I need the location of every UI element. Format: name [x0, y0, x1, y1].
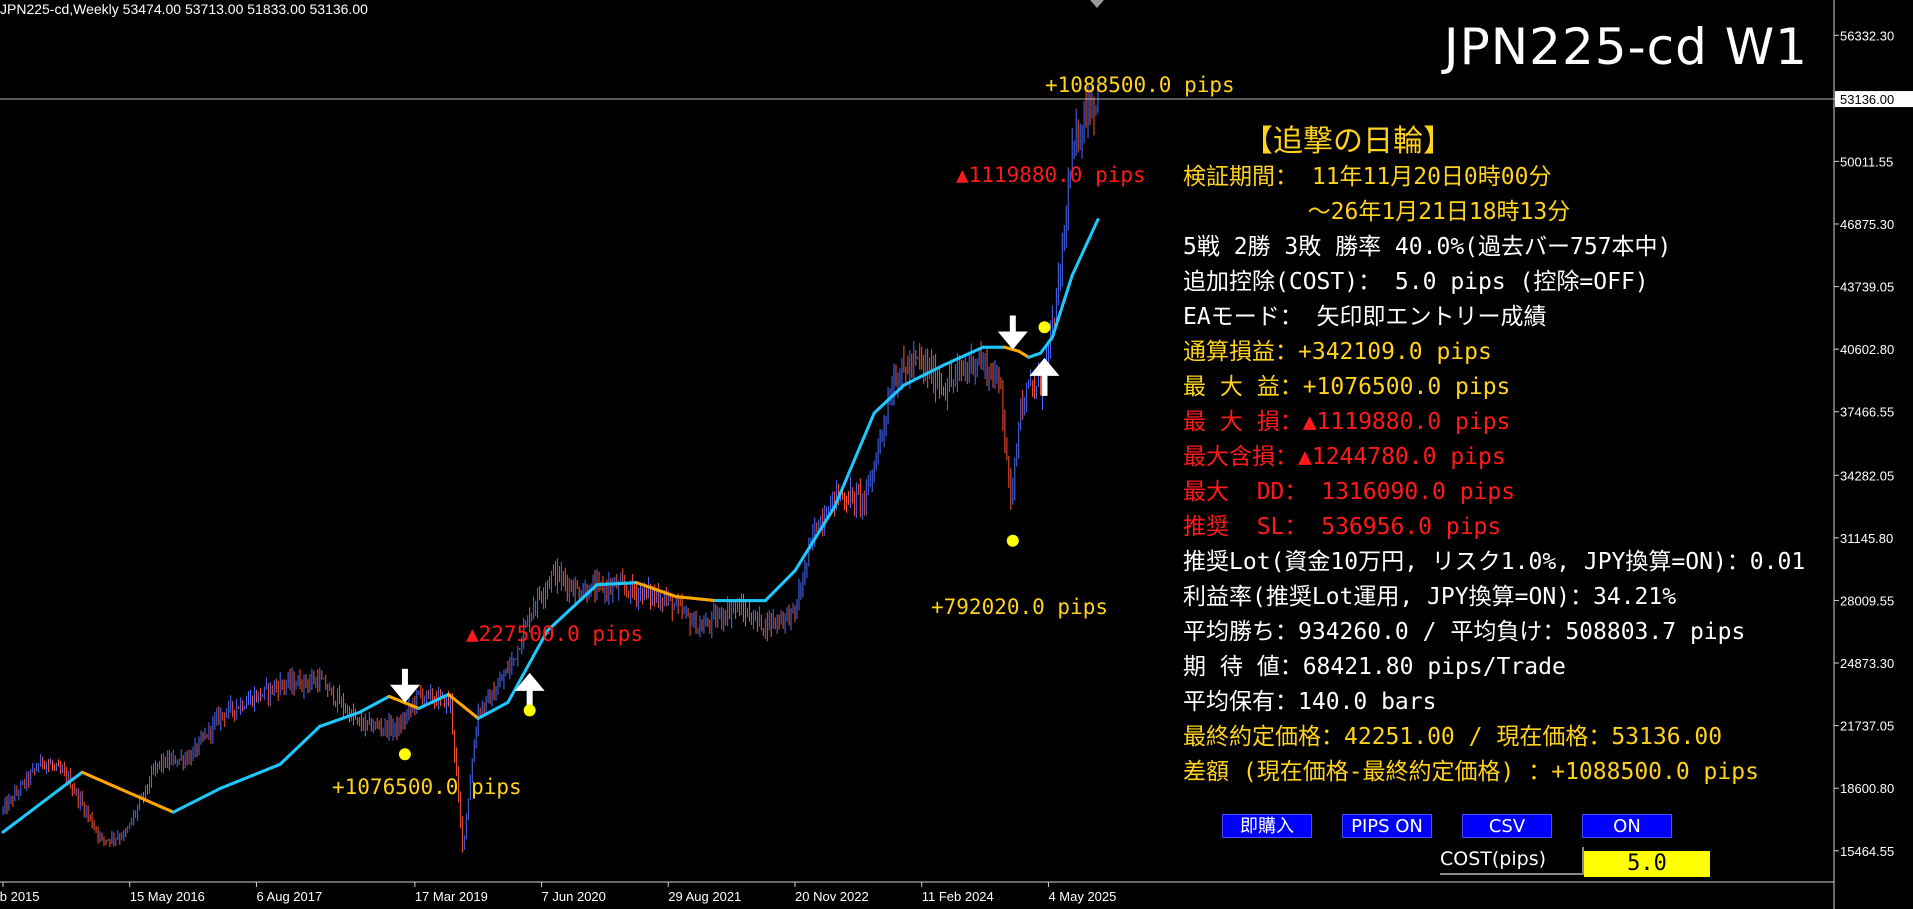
- annotations-layer: +1088500.0 pips ▲1119880.0 pips ▲227500.0 …: [332, 73, 1235, 799]
- entry-dot: [398, 748, 411, 761]
- arrow-shaft: [1041, 373, 1048, 396]
- panel-line: ～26年1月21日18時13分: [1183, 199, 1571, 225]
- panel-lines: 検証期間： 11年11月20日0時00分 ～26年1月21日18時13分 5戦 2…: [1183, 160, 1805, 790]
- y-tick-label: 15464.55: [1840, 844, 1894, 859]
- entry-dot: [523, 704, 536, 717]
- panel-line: 最大 DD： 1316090.0 pips: [1183, 479, 1516, 505]
- pips-annotation: ▲1119880.0 pips: [956, 163, 1146, 187]
- panel-line: 検証期間： 11年11月20日0時00分: [1183, 164, 1552, 190]
- on-toggle-button[interactable]: ON: [1582, 814, 1672, 838]
- y-tick-label: 43739.05: [1840, 280, 1894, 295]
- arrow-head: [1029, 357, 1060, 376]
- x-tick-label: 6 Aug 2017: [256, 889, 322, 904]
- symbol-ohlc-info: JPN225-cd,Weekly 53474.00 53713.00 51833…: [0, 1, 368, 17]
- panel-line: 最 大 益：+1076500.0 pips: [1183, 374, 1511, 400]
- y-tick-label: 50011.55: [1840, 154, 1893, 169]
- buy-now-button[interactable]: 即購入: [1222, 814, 1312, 838]
- panel-line: 推奨Lot(資金10万円, リスク1.0%, JPY換算=ON)：0.01: [1183, 549, 1806, 575]
- panel-line: 最終約定価格：42251.00 / 現在価格：53136.00: [1183, 724, 1723, 750]
- y-tick-label: 46875.30: [1840, 217, 1894, 232]
- panel-line: 利益率(推奨Lot運用, JPY換算=ON)：34.21%: [1183, 584, 1677, 610]
- panel-line: 差額 (現在価格-最終約定価格) ：+1088500.0 pips: [1183, 759, 1759, 785]
- panel-line: 5戦 2勝 3敗 勝率 40.0%(過去バー757本中): [1183, 234, 1672, 260]
- csv-button[interactable]: CSV: [1462, 814, 1552, 838]
- moving-average-layer: [1, 218, 1100, 834]
- pips-annotation: +1076500.0 pips: [332, 775, 522, 799]
- x-tick-label: 20 Nov 2022: [795, 889, 869, 904]
- cost-input[interactable]: [1584, 851, 1710, 877]
- y-tick-label: 24873.30: [1840, 656, 1894, 671]
- entry-dot: [1038, 321, 1051, 334]
- cost-label: COST(pips): [1440, 847, 1584, 875]
- y-tick-label: 18600.80: [1840, 781, 1894, 796]
- pips-annotation: ▲227500.0 pips: [466, 622, 643, 646]
- y-tick-label: 37466.55: [1840, 405, 1894, 420]
- pips-toggle-button[interactable]: PIPS ON: [1342, 814, 1432, 838]
- y-tick-label: 53136.00: [1840, 92, 1894, 107]
- buy-arrow-icon: [1029, 357, 1060, 396]
- x-tick-label: 7 Jun 2020: [542, 889, 606, 904]
- x-tick-label: 17 Mar 2019: [415, 889, 488, 904]
- x-tick-label: 4 May 2025: [1048, 889, 1116, 904]
- panel-heading: 【追撃の日輪】: [1243, 124, 1453, 159]
- y-tick-label: 56332.30: [1840, 28, 1894, 43]
- stats-panel: 【追撃の日輪】 検証期間： 11年11月20日0時00分 ～26年1月21日18…: [1183, 122, 1805, 790]
- panel-line: 期 待 値：68421.80 pips/Trade: [1183, 654, 1566, 680]
- pips-annotation: +1088500.0 pips: [1045, 73, 1235, 97]
- x-tick-label: 11 Feb 2024: [922, 889, 994, 904]
- panel-line: 通算損益：+342109.0 pips: [1183, 339, 1492, 365]
- x-tick-label: 15 May 2016: [130, 889, 205, 904]
- entry-dot: [1006, 534, 1019, 547]
- panel-line: 最 大 損：▲1119880.0 pips: [1183, 409, 1511, 435]
- y-tick-label: 40602.80: [1840, 342, 1894, 357]
- panel-line: EAモード： 矢印即エントリー成績: [1183, 304, 1547, 330]
- x-tick-label: 29 Aug 2021: [668, 889, 741, 904]
- y-tick-label: 28009.55: [1840, 593, 1894, 608]
- moving-average-segment: [1094, 218, 1100, 226]
- y-tick-label: 31145.80: [1840, 531, 1893, 546]
- sell-arrow-icon: [997, 315, 1028, 350]
- chart-shift-icon: [1090, 0, 1104, 8]
- symbol-watermark: JPN225-cd W1: [1443, 18, 1808, 76]
- x-tick-label: 22 Feb 2015: [0, 889, 40, 904]
- panel-line: 平均勝ち：934260.0 / 平均負け：508803.7 pips: [1183, 619, 1746, 645]
- panel-line: 推奨 SL： 536956.0 pips: [1183, 514, 1502, 540]
- panel-line: 平均保有：140.0 bars: [1183, 689, 1437, 715]
- pips-annotation: +792020.0 pips: [931, 595, 1108, 619]
- candles-layer: [2, 81, 1099, 853]
- panel-line: 最大含損：▲1244780.0 pips: [1183, 444, 1506, 470]
- y-tick-label: 21737.05: [1840, 719, 1894, 734]
- panel-line: 追加控除(COST)： 5.0 pips (控除=OFF): [1183, 269, 1649, 295]
- y-tick-label: 34282.05: [1840, 468, 1894, 483]
